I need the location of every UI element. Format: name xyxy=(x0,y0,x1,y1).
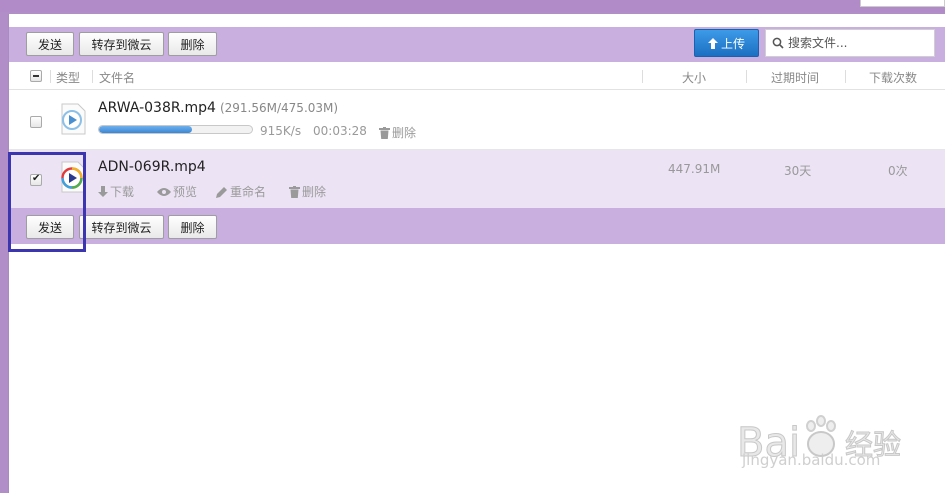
file-download-count: 0次 xyxy=(888,164,908,178)
top-toolbar: 发送 转存到微云 删除 上传 xyxy=(9,27,945,62)
file-transfer-panel: 发送 转存到微云 删除 上传 类型 文件名 大小 过期时间 下载次数 xyxy=(8,14,945,493)
column-expire[interactable]: 过期时间 xyxy=(771,69,819,86)
file-row[interactable]: ARWA-038R.mp4 (291.56M/475.03M) 915K/s 00… xyxy=(9,91,945,150)
column-filename[interactable]: 文件名 xyxy=(99,69,135,86)
search-input[interactable] xyxy=(788,36,928,50)
column-header: 类型 文件名 大小 过期时间 下载次数 xyxy=(9,62,945,90)
upload-label: 上传 xyxy=(720,36,745,51)
eye-icon xyxy=(157,187,171,196)
save-to-weiyun-button[interactable]: 转存到微云 xyxy=(79,215,164,239)
trash-icon xyxy=(289,185,300,198)
file-name[interactable]: ADN-069R.mp4 xyxy=(98,159,206,175)
trash-icon xyxy=(379,126,390,139)
upload-size-progress: (291.56M/475.03M) xyxy=(219,101,339,115)
column-download-count[interactable]: 下载次数 xyxy=(869,69,917,86)
search-icon xyxy=(772,37,784,49)
video-file-icon xyxy=(61,103,86,135)
preview-link[interactable]: 预览 xyxy=(157,183,197,200)
window-top-strip xyxy=(0,0,945,12)
pencil-icon xyxy=(216,186,227,198)
baidu-jingyan-logo: Bai 经验 xyxy=(737,415,902,467)
arrow-up-icon xyxy=(707,37,718,49)
download-link[interactable]: 下载 xyxy=(98,183,134,200)
delete-link[interactable]: 删除 xyxy=(289,183,326,200)
upload-speed: 915K/s xyxy=(260,124,302,138)
file-name: ARWA-038R.mp4 xyxy=(98,100,216,116)
save-to-weiyun-button[interactable]: 转存到微云 xyxy=(79,32,164,56)
search-box[interactable] xyxy=(765,29,935,57)
send-button[interactable]: 发送 xyxy=(26,32,74,56)
outer-search-box[interactable] xyxy=(860,0,945,7)
delete-button[interactable]: 删除 xyxy=(168,215,217,239)
upload-progress-bar xyxy=(98,125,253,134)
upload-button[interactable]: 上传 xyxy=(694,29,759,57)
download-arrow-icon xyxy=(98,186,108,197)
selection-highlight-box xyxy=(8,152,86,252)
file-row[interactable]: ADN-069R.mp4 下载 预览 重命名 删除 447.91M 30天 0次 xyxy=(9,150,945,208)
watermark-url: jingyan.baidu.com xyxy=(742,451,881,469)
remaining-time: 00:03:28 xyxy=(313,124,367,138)
cancel-delete-button[interactable]: 删除 xyxy=(379,124,416,141)
column-type: 类型 xyxy=(56,71,81,85)
bottom-toolbar: 发送 转存到微云 删除 xyxy=(9,208,945,244)
column-size[interactable]: 大小 xyxy=(682,69,706,86)
rename-link[interactable]: 重命名 xyxy=(216,183,266,200)
select-all-checkbox[interactable] xyxy=(30,70,42,82)
file-expire: 30天 xyxy=(784,164,812,178)
delete-button[interactable]: 删除 xyxy=(168,32,217,56)
row-checkbox[interactable] xyxy=(30,116,42,128)
file-size: 447.91M xyxy=(668,162,721,176)
